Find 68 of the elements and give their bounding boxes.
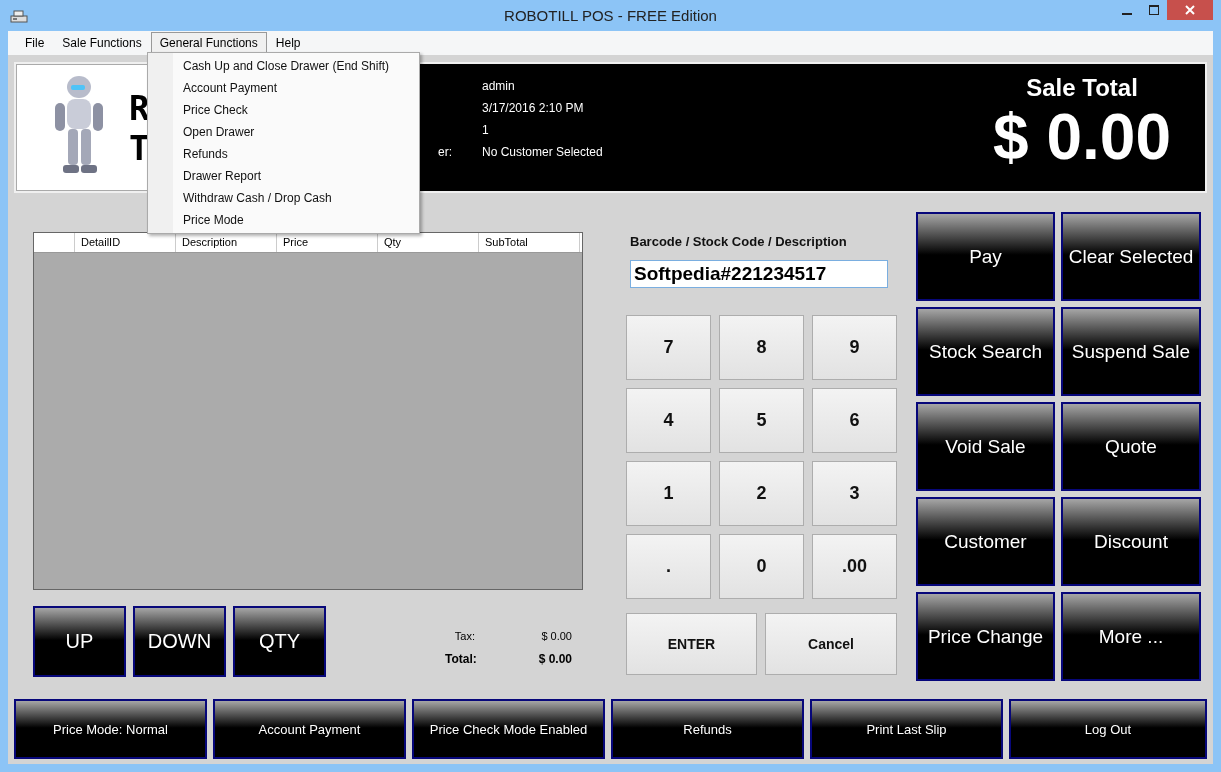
window-title: ROBOTILL POS - FREE Edition [504, 7, 717, 24]
info-value: 3/17/2016 2:10 PM [482, 101, 584, 115]
field-label: Barcode / Stock Code / Description [630, 234, 848, 249]
close-icon [1185, 5, 1195, 15]
line-button[interactable]: UP [33, 606, 126, 677]
line-button[interactable]: QTY [233, 606, 326, 677]
action-button[interactable]: Pay [916, 212, 1055, 301]
keypad-key[interactable]: 6 [812, 388, 897, 453]
dropdown-item[interactable]: Price Mode [148, 209, 419, 231]
menu-item[interactable]: File [16, 32, 54, 54]
keypad-key[interactable]: 8 [719, 315, 804, 380]
action-button[interactable]: Quote [1061, 402, 1201, 491]
footer-button[interactable]: Log Out [1009, 699, 1207, 759]
column-header[interactable]: SubTotal [479, 233, 580, 252]
menu-item[interactable]: General Functions [150, 32, 267, 54]
keypad-key[interactable]: 4 [626, 388, 711, 453]
sale-items-grid[interactable]: DetailID Description Price Qty SubTotal [33, 232, 583, 590]
keypad-key[interactable]: 2 [719, 461, 804, 526]
action-button[interactable]: Price Change [916, 592, 1055, 681]
logo-letter: R [129, 87, 150, 128]
keypad-key[interactable]: 3 [812, 461, 897, 526]
dropdown-item[interactable]: Refunds [148, 143, 419, 165]
menu-item[interactable]: Sale Functions [53, 32, 151, 54]
action-button[interactable]: Clear Selected [1061, 212, 1201, 301]
sale-total-label: Sale Total [1026, 74, 1138, 102]
dropdown-item[interactable]: Cash Up and Close Drawer (End Shift) [148, 55, 419, 77]
info-value: admin [482, 79, 515, 93]
keypad-key[interactable]: .00 [812, 534, 897, 599]
logo-letter: T [129, 127, 150, 168]
minimize-icon [1121, 13, 1132, 15]
footer-button[interactable]: Price Check Mode Enabled [412, 699, 605, 759]
footer-button[interactable]: Account Payment [213, 699, 406, 759]
keypad-key[interactable]: 7 [626, 315, 711, 380]
keypad-key[interactable]: 0 [719, 534, 804, 599]
close-button[interactable] [1167, 0, 1213, 20]
dropdown-item[interactable]: Price Check [148, 99, 419, 121]
menu-item[interactable]: Help [266, 32, 310, 54]
sale-total-amount: $ 0.00 [993, 102, 1171, 172]
footer-button[interactable]: Price Mode: Normal [14, 699, 207, 759]
action-button[interactable]: Suspend Sale [1061, 307, 1201, 396]
keypad-button[interactable]: ENTER [626, 613, 757, 675]
barcode-field[interactable]: Softpedia#221234517 [630, 260, 888, 288]
total-label: Total: [445, 652, 475, 666]
line-button[interactable]: DOWN [133, 606, 226, 677]
footer-button[interactable]: Print Last Slip [810, 699, 1003, 759]
total-value: $ 0.00 [540, 630, 572, 642]
action-button[interactable]: Customer [916, 497, 1055, 586]
info-label: er: [437, 145, 453, 159]
keypad-key[interactable]: 5 [719, 388, 804, 453]
maximize-icon [1148, 5, 1159, 15]
keypad-key[interactable]: 1 [626, 461, 711, 526]
keypad-button[interactable]: Cancel [765, 613, 897, 675]
dropdown-item[interactable]: Drawer Report [148, 165, 419, 187]
footer-button[interactable]: Refunds [611, 699, 804, 759]
action-button[interactable]: Discount [1061, 497, 1201, 586]
info-value: 1 [482, 123, 489, 137]
info-value: No Customer Selected [482, 145, 603, 159]
cash-register-icon [10, 8, 28, 23]
action-button[interactable]: Void Sale [916, 402, 1055, 491]
keypad-key[interactable]: . [626, 534, 711, 599]
total-value: $ 0.00 [537, 652, 572, 666]
dropdown-item[interactable]: Withdraw Cash / Drop Cash [148, 187, 419, 209]
total-label: Tax: [453, 630, 475, 642]
dropdown-item[interactable]: Open Drawer [148, 121, 419, 143]
keypad-key[interactable]: 9 [812, 315, 897, 380]
action-button[interactable]: Stock Search [916, 307, 1055, 396]
action-button[interactable]: More ... [1061, 592, 1201, 681]
dropdown-item[interactable]: Account Payment [148, 77, 419, 99]
